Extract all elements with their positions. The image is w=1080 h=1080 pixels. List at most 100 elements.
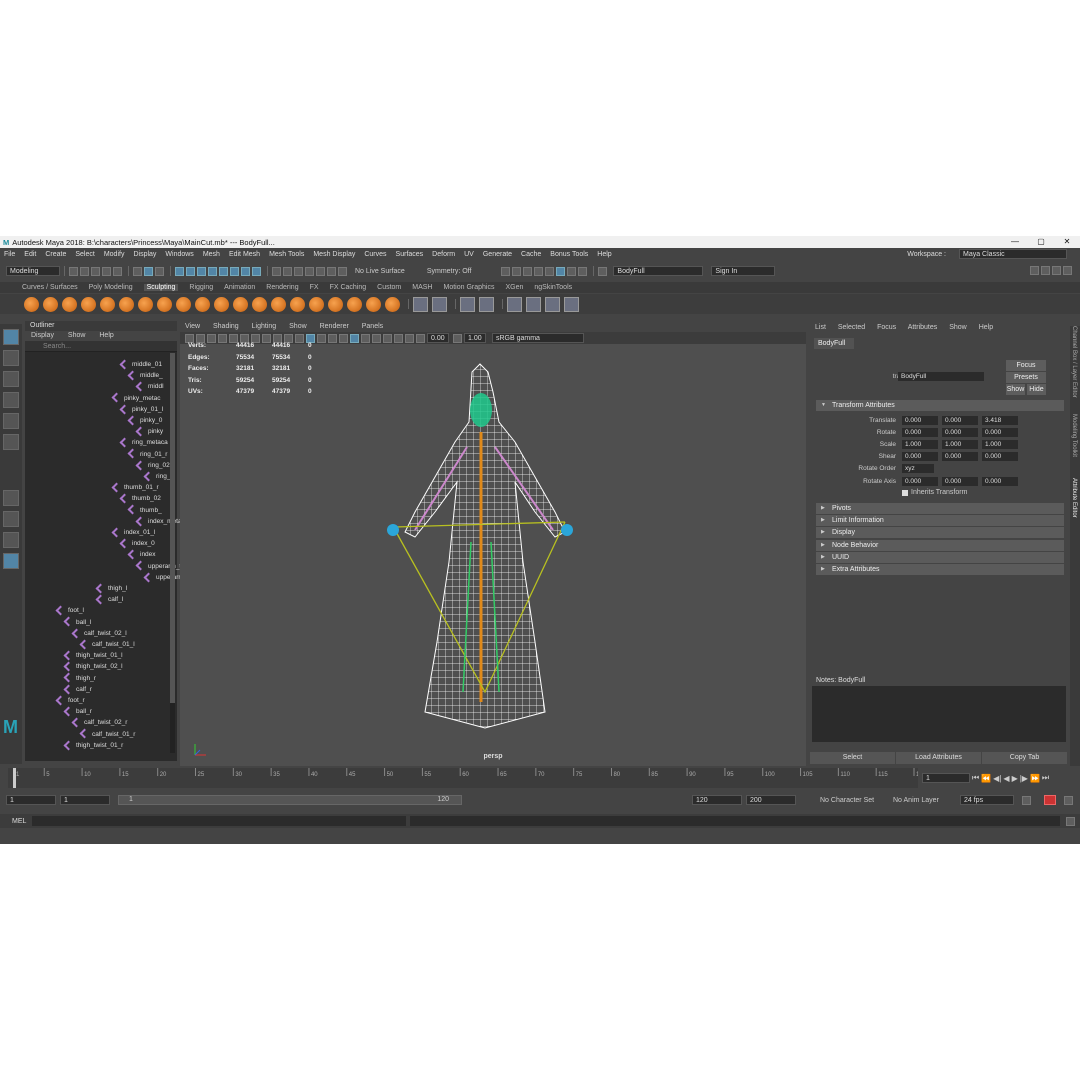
shelf-tab-xgen[interactable]: XGen xyxy=(505,284,523,291)
four-view-layout-icon[interactable] xyxy=(3,511,19,527)
outliner-item[interactable]: ring_02 xyxy=(135,460,170,471)
attr-node-tab[interactable]: BodyFull xyxy=(814,338,854,349)
maximize-button[interactable]: ▢ xyxy=(1028,236,1054,248)
play-forward-icon[interactable]: ▶ xyxy=(1012,774,1018,783)
attr-menu-attributes[interactable]: Attributes xyxy=(908,324,938,331)
outliner-item[interactable]: thumb_02 xyxy=(119,493,161,504)
sculpt-settings-icon[interactable] xyxy=(413,296,428,312)
outliner-layout-icon[interactable] xyxy=(3,532,19,548)
shelf-tab-curves-surfaces[interactable]: Curves / Surfaces xyxy=(22,284,78,291)
menu-set-dropdown[interactable]: Modeling xyxy=(6,266,60,276)
color-space-dropdown[interactable]: sRGB gamma xyxy=(492,333,584,343)
attr-menu-focus[interactable]: Focus xyxy=(877,324,896,331)
limit-information-section[interactable]: Limit Information xyxy=(816,515,1064,526)
vp-menu-show[interactable]: Show xyxy=(289,323,307,330)
outliner-item[interactable]: ring_01_r xyxy=(127,448,167,460)
outliner-item[interactable]: middle_01 xyxy=(119,359,162,370)
outliner-item[interactable]: index_01_l xyxy=(111,527,155,538)
attr-menu-list[interactable]: List xyxy=(815,324,826,331)
step-back-frame-icon[interactable]: ◀| xyxy=(993,774,1001,783)
shelf-tab-ngskintools[interactable]: ngSkinTools xyxy=(534,284,572,291)
snap-grid-icon[interactable] xyxy=(175,266,184,276)
outliner-item[interactable]: middl xyxy=(135,381,164,392)
menu-select[interactable]: Select xyxy=(75,251,94,258)
inherits-transform-checkbox[interactable]: Inherits Transform xyxy=(902,489,967,496)
smooth-tool-icon[interactable] xyxy=(43,296,58,312)
mel-label[interactable]: MEL xyxy=(12,818,26,825)
outliner-item[interactable]: index_metac xyxy=(135,516,185,527)
loop-icon[interactable] xyxy=(1022,795,1031,805)
pause-icon[interactable] xyxy=(578,266,588,276)
snap-edge-icon[interactable] xyxy=(252,266,261,276)
translate-y-field[interactable]: 0.000 xyxy=(942,416,978,425)
range-slider[interactable]: 1 120 xyxy=(118,795,462,805)
focus-button[interactable]: Focus xyxy=(1006,360,1046,371)
shelf-tab-poly-modeling[interactable]: Poly Modeling xyxy=(89,284,133,291)
live-surface-label[interactable]: No Live Surface xyxy=(355,268,405,275)
freeze-tool-icon[interactable] xyxy=(347,296,362,312)
outliner-item[interactable]: ring_metaca xyxy=(119,437,168,448)
redo-icon[interactable] xyxy=(113,266,122,276)
transform-attributes-section[interactable]: Transform Attributes xyxy=(816,400,1064,411)
spray-tool-icon[interactable] xyxy=(157,296,172,312)
workspace-dropdown[interactable]: Maya Classic xyxy=(959,249,1067,259)
outliner-item[interactable]: thigh_twist_02_l xyxy=(63,661,123,672)
notes-field[interactable] xyxy=(812,686,1066,742)
outliner-menu-show[interactable]: Show xyxy=(68,332,86,339)
menu-cache[interactable]: Cache xyxy=(521,251,541,258)
gamma-field[interactable]: 1.00 xyxy=(464,333,486,343)
bulge-tool-icon[interactable] xyxy=(309,296,324,312)
outliner-scrollbar[interactable] xyxy=(170,353,175,753)
rotate-axis-x-field[interactable]: 0.000 xyxy=(902,477,938,486)
foamy-tool-icon[interactable] xyxy=(138,296,153,312)
snap-curve-icon[interactable] xyxy=(186,266,195,276)
play-backward-icon[interactable]: ◀ xyxy=(1003,774,1009,783)
outliner-item[interactable]: thigh_twist_01_r xyxy=(63,740,123,751)
mirror-icon[interactable] xyxy=(545,296,560,312)
amplify-tool-icon[interactable] xyxy=(328,296,343,312)
xray-icon[interactable] xyxy=(350,333,359,343)
fill-tool-icon[interactable] xyxy=(252,296,267,312)
show-button[interactable]: Show xyxy=(1006,384,1025,395)
display-section[interactable]: Display xyxy=(816,527,1064,538)
rotate-y-field[interactable]: 0.000 xyxy=(942,428,978,437)
ambient-occlusion-icon[interactable] xyxy=(372,333,381,343)
sign-in-dropdown[interactable]: Sign In xyxy=(711,266,776,276)
auto-key-icon[interactable] xyxy=(1044,795,1056,805)
layer-icon[interactable] xyxy=(526,296,541,312)
render-view-icon[interactable] xyxy=(501,266,511,276)
output-ops-icon[interactable] xyxy=(294,266,303,276)
symmetry-label[interactable]: Symmetry: Off xyxy=(427,268,472,275)
select-button[interactable]: Select xyxy=(810,752,896,764)
character-set-dropdown[interactable]: No Character Set xyxy=(820,797,874,804)
outliner-item[interactable]: calf_twist_01_l xyxy=(79,639,135,650)
hypershade-icon[interactable] xyxy=(534,266,544,276)
smear-tool-icon[interactable] xyxy=(290,296,305,312)
outliner-item[interactable]: thigh_twist_01_l xyxy=(63,650,123,661)
menu-mesh-tools[interactable]: Mesh Tools xyxy=(269,251,304,258)
rotate-tool-icon[interactable] xyxy=(3,413,19,429)
outliner-item[interactable]: thumb_01_r xyxy=(111,482,159,493)
blend-shape-icon[interactable] xyxy=(460,296,475,312)
stamp-icon[interactable] xyxy=(432,296,447,312)
persp-outliner-layout-icon[interactable] xyxy=(3,553,19,569)
object-name-field[interactable]: BodyFull xyxy=(613,266,704,276)
select-object-icon[interactable] xyxy=(144,266,153,276)
imprint-tool-icon[interactable] xyxy=(195,296,210,312)
transform-name-field[interactable]: BodyFull xyxy=(898,372,984,381)
menu-display[interactable]: Display xyxy=(133,251,156,258)
attr-menu-selected[interactable]: Selected xyxy=(838,324,865,331)
shelf-tab-sculpting[interactable]: Sculpting xyxy=(143,284,179,291)
shelf-tab-animation[interactable]: Animation xyxy=(224,284,255,291)
menu-modify[interactable]: Modify xyxy=(104,251,125,258)
outliner-item[interactable]: ball_l xyxy=(63,616,91,628)
pinch-tool-icon[interactable] xyxy=(100,296,115,312)
command-input[interactable] xyxy=(32,816,406,826)
step-forward-frame-icon[interactable]: |▶ xyxy=(1020,774,1028,783)
vp-menu-shading[interactable]: Shading xyxy=(213,323,239,330)
outliner-item[interactable]: thigh_l xyxy=(95,583,127,594)
translate-z-field[interactable]: 3.418 xyxy=(982,416,1018,425)
scale-x-field[interactable]: 1.000 xyxy=(902,440,938,449)
vp-menu-renderer[interactable]: Renderer xyxy=(320,323,349,330)
single-perspective-layout-icon[interactable] xyxy=(3,490,19,506)
